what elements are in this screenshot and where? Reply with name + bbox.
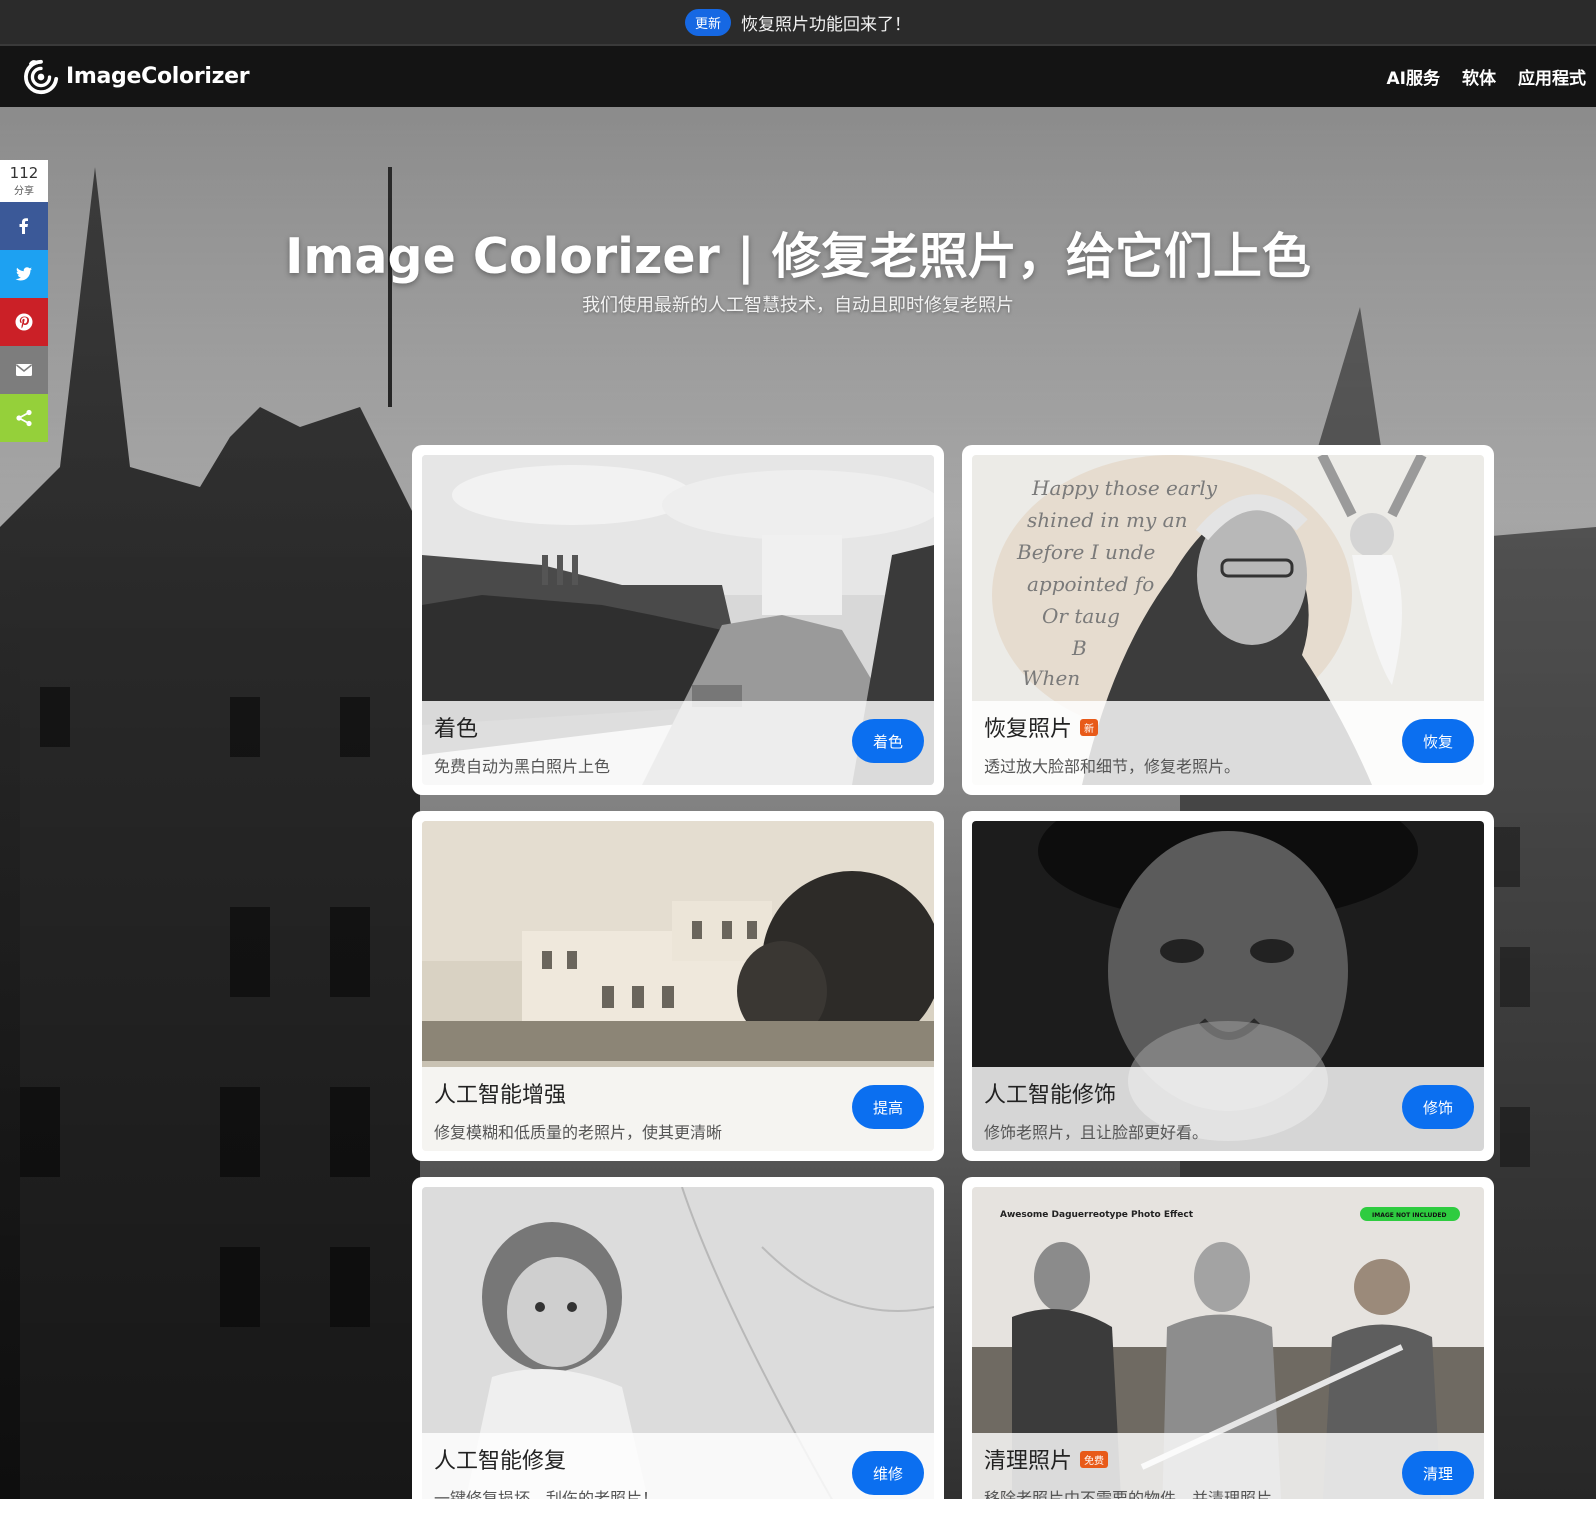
card-info: 着色 免费自动为黑白照片上色 着色 <box>422 701 934 785</box>
site-header: ImageColorizer AI服务 软体 应用程式 <box>0 46 1596 107</box>
card-title: 人工智能增强 <box>434 1083 567 1108</box>
card-description: 修饰老照片，且让脸部更好看。 <box>984 1123 1209 1142</box>
svg-text:shined in my an: shined in my an <box>1027 508 1187 532</box>
pinterest-icon <box>15 313 33 331</box>
announcement-text[interactable]: 恢复照片功能回来了！ <box>741 10 911 35</box>
colorize-button[interactable]: 着色 <box>852 719 924 763</box>
card-description: 修复模糊和低质量的老照片，使其更清晰 <box>434 1123 723 1142</box>
share-count-number: 112 <box>9 164 39 182</box>
card-info: 人工智能修饰 修饰老照片，且让脸部更好看。 修饰 <box>972 1067 1484 1151</box>
svg-text:IMAGE NOT INCLUDED: IMAGE NOT INCLUDED <box>1372 1212 1446 1219</box>
pinterest-share-button[interactable] <box>0 298 48 346</box>
card-description: 透过放大脸部和细节，修复老照片。 <box>984 757 1241 776</box>
svg-text:Before I unde: Before I unde <box>1016 540 1155 564</box>
nav-apps[interactable]: 应用程式 <box>1518 64 1586 89</box>
update-badge: 更新 <box>684 8 731 36</box>
email-share-button[interactable] <box>0 346 48 394</box>
card-title: 恢复照片 <box>984 717 1073 742</box>
repair-button[interactable]: 维修 <box>852 1451 924 1495</box>
logo-text: ImageColorizer <box>66 64 250 89</box>
retouch-button[interactable]: 修饰 <box>1402 1085 1474 1129</box>
logo[interactable]: ImageColorizer <box>22 58 250 96</box>
svg-text:When: When <box>1022 666 1080 690</box>
card-description: 免费自动为黑白照片上色 <box>434 757 611 776</box>
card-cleanup[interactable]: Awesome Daguerreotype Photo Effect IMAGE… <box>962 1177 1494 1499</box>
enhance-button[interactable]: 提高 <box>852 1085 924 1129</box>
card-title: 人工智能修饰 <box>984 1083 1117 1108</box>
more-share-button[interactable] <box>0 394 48 442</box>
card-title: 着色 <box>434 717 479 742</box>
nav-software[interactable]: 软体 <box>1462 64 1496 89</box>
share-count-label: 分享 <box>14 186 34 197</box>
card-title: 人工智能修复 <box>434 1449 567 1474</box>
cleanup-button[interactable]: 清理 <box>1402 1451 1474 1495</box>
card-retouch[interactable]: 人工智能修饰 修饰老照片，且让脸部更好看。 修饰 <box>962 811 1494 1161</box>
hero-subtitle: 我们使用最新的人工智慧技术，自动且即时修复老照片 <box>582 295 1014 316</box>
svg-text:B: B <box>1071 636 1087 660</box>
hero-section: Image Colorizer | 修复老照片，给它们上色 我们使用最新的人工智… <box>0 107 1596 1499</box>
card-colorize[interactable]: 着色 免费自动为黑白照片上色 着色 <box>412 445 944 795</box>
restore-button[interactable]: 恢复 <box>1402 719 1474 763</box>
new-tag: 新 <box>1080 718 1099 736</box>
svg-text:Happy those early: Happy those early <box>1031 476 1218 500</box>
share-icon <box>16 409 32 427</box>
card-title: 清理照片 <box>984 1449 1073 1474</box>
email-icon <box>16 364 32 376</box>
card-info: 清理照片 免费 移除老照片中不需要的物件，并清理照片。 清理 <box>972 1433 1484 1499</box>
share-sidebar: 112 分享 <box>0 160 48 442</box>
card-info: 恢复照片 新 透过放大脸部和细节，修复老照片。 恢复 <box>972 701 1484 785</box>
nav-ai-services[interactable]: AI服务 <box>1387 64 1440 89</box>
card-info: 人工智能修复 一键修复损坏、刮伤的老照片！ 维修 <box>422 1433 934 1499</box>
card-description: 移除老照片中不需要的物件，并清理照片。 <box>984 1489 1289 1499</box>
announcement-bar[interactable]: 更新 恢复照片功能回来了！ <box>0 0 1596 46</box>
svg-text:Awesome Daguerreotype Photo Ef: Awesome Daguerreotype Photo Effect <box>1000 1210 1194 1220</box>
card-repair[interactable]: 人工智能修复 一键修复损坏、刮伤的老照片！ 维修 <box>412 1177 944 1499</box>
page-bottom <box>0 1499 1596 1538</box>
twitter-icon <box>15 267 32 281</box>
svg-text:appointed fo: appointed fo <box>1027 572 1154 596</box>
main-nav: AI服务 软体 应用程式 <box>1387 64 1586 89</box>
card-restore[interactable]: Happy those early shined in my an Before… <box>962 445 1494 795</box>
svg-text:Or taug: Or taug <box>1042 604 1120 628</box>
facebook-icon <box>19 218 28 234</box>
facebook-share-button[interactable] <box>0 202 48 250</box>
logo-icon <box>24 59 59 94</box>
card-description: 一键修复损坏、刮伤的老照片！ <box>434 1489 659 1499</box>
twitter-share-button[interactable] <box>0 250 48 298</box>
hero-title: Image Colorizer | 修复老照片，给它们上色 <box>285 228 1311 285</box>
free-tag: 免费 <box>1080 1450 1109 1468</box>
card-info: 人工智能增强 修复模糊和低质量的老照片，使其更清晰 提高 <box>422 1067 934 1151</box>
card-enhance[interactable]: 人工智能增强 修复模糊和低质量的老照片，使其更清晰 提高 <box>412 811 944 1161</box>
share-count: 112 分享 <box>0 160 48 202</box>
